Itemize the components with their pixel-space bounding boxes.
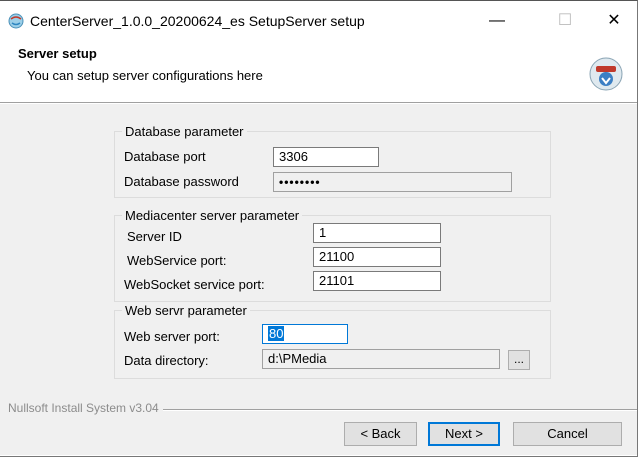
websocket-port-field[interactable]: 21101 bbox=[313, 271, 441, 291]
page-subtitle: You can setup server configurations here bbox=[27, 68, 263, 83]
nsis-brand: Nullsoft Install System v3.04 bbox=[8, 401, 163, 415]
page-header: Server setup You can setup server config… bbox=[0, 40, 637, 102]
window-title: CenterServer_1.0.0_20200624_es SetupServ… bbox=[30, 13, 365, 29]
webservice-port-label: WebService port: bbox=[127, 253, 227, 268]
webservice-port-field[interactable]: 21100 bbox=[313, 247, 441, 267]
database-port-field[interactable]: 3306 bbox=[273, 147, 379, 167]
web-port-selected-text: 80 bbox=[268, 326, 285, 341]
maximize-icon[interactable]: ☐ bbox=[542, 6, 588, 36]
app-icon bbox=[8, 13, 24, 29]
data-directory-field[interactable]: d:\PMedia bbox=[262, 349, 500, 369]
database-password-label: Database password bbox=[124, 174, 239, 189]
mediacenter-group-legend: Mediacenter server parameter bbox=[125, 208, 300, 223]
next-button[interactable]: Next > bbox=[428, 422, 500, 446]
server-id-field[interactable]: 1 bbox=[313, 223, 441, 243]
database-password-field[interactable]: •••••••• bbox=[273, 172, 512, 192]
web-port-field[interactable]: 80 bbox=[262, 324, 348, 344]
cancel-button[interactable]: Cancel bbox=[513, 422, 622, 446]
page-title: Server setup bbox=[18, 46, 97, 61]
database-port-label: Database port bbox=[124, 149, 206, 164]
web-port-label: Web server port: bbox=[124, 329, 220, 344]
data-directory-label: Data directory: bbox=[124, 353, 209, 368]
back-button[interactable]: < Back bbox=[344, 422, 417, 446]
browse-button[interactable]: ... bbox=[508, 350, 530, 370]
web-group-legend: Web servr parameter bbox=[125, 303, 247, 318]
websocket-port-label: WebSocket service port: bbox=[124, 277, 265, 292]
setup-globe-icon bbox=[589, 57, 623, 91]
close-icon[interactable]: ✕ bbox=[591, 6, 637, 36]
database-group-legend: Database parameter bbox=[125, 124, 244, 139]
title-bar[interactable]: CenterServer_1.0.0_20200624_es SetupServ… bbox=[0, 2, 637, 40]
minimize-icon[interactable]: — bbox=[474, 6, 520, 36]
server-id-label: Server ID bbox=[127, 229, 182, 244]
